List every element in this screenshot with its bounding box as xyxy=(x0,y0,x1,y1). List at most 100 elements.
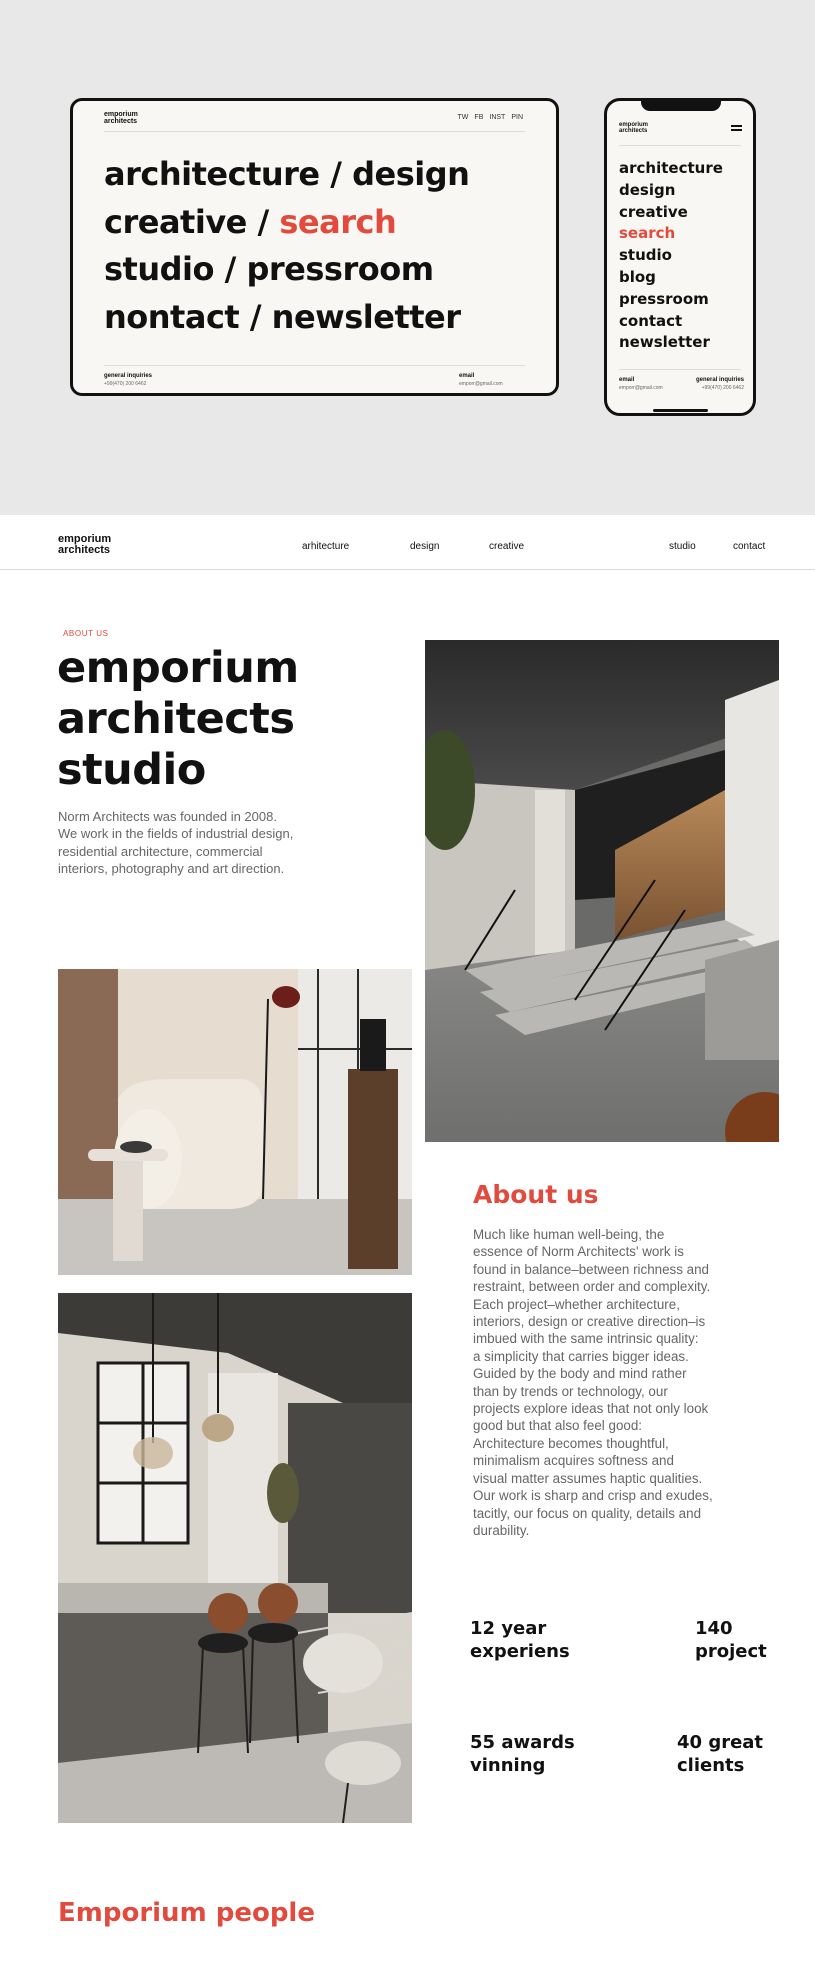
about-heading: About us xyxy=(473,1180,599,1209)
about-line: visual matter assumes haptic qualities. xyxy=(473,1470,703,1486)
nav-link-contact[interactable]: contact xyxy=(733,541,765,552)
tablet-menu-item-search[interactable]: search xyxy=(279,203,396,241)
about-line: Our work is sharp and crisp and exudes, xyxy=(473,1488,713,1504)
tablet-logo-line-1: emporium xyxy=(104,111,138,118)
phone-footer-inquiries: general inquiries +99(470) 200 6462 xyxy=(692,377,744,391)
tablet-logo-line-2: architects xyxy=(104,118,138,125)
stat-years: 12 year experiens xyxy=(470,1617,570,1663)
stat-awards-label: vinning xyxy=(470,1755,546,1776)
tablet-menu-row: creative / search xyxy=(104,199,469,247)
stat-projects-value: 140 xyxy=(695,1618,733,1639)
phone-menu-item-design[interactable]: design xyxy=(619,180,723,202)
about-line: Much like human well-being, the xyxy=(473,1227,665,1242)
phone-menu-item-contact[interactable]: contact xyxy=(619,311,723,333)
about-eyebrow: ABOUT US xyxy=(63,629,109,638)
tablet-menu-item-creative[interactable]: creative / xyxy=(104,203,279,241)
tablet-divider-top xyxy=(104,131,525,132)
site-logo-line-2: architects xyxy=(58,544,110,556)
tablet-footer-inquiries-phone[interactable]: +99(470) 200 6462 xyxy=(104,381,152,388)
stat-clients-value: 40 great xyxy=(677,1732,764,1753)
about-line: essence of Norm Architects' work is xyxy=(473,1244,684,1260)
stairs-interior-photo xyxy=(425,640,779,1142)
phone-footer-inquiries-phone[interactable]: +99(470) 200 6462 xyxy=(692,385,744,392)
tablet-menu-row: nontact / newsletter xyxy=(104,294,469,342)
phone-footer-email-value[interactable]: emporr@gmail.com xyxy=(619,385,663,392)
tablet-menu: architecture / design creative / search … xyxy=(104,151,470,342)
tablet-mockup: emporium architects TW FB INST PIN archi… xyxy=(70,98,559,396)
about-line: Guided by the body and mind rather xyxy=(473,1366,687,1382)
stat-years-label: experiens xyxy=(470,1641,570,1662)
kitchen-interior-photo xyxy=(58,1293,412,1823)
social-link-fb[interactable]: FB xyxy=(474,114,483,121)
social-link-inst[interactable]: INST xyxy=(489,114,505,121)
phone-menu-item-pressroom[interactable]: pressroom xyxy=(619,289,723,311)
people-heading: Emporium people xyxy=(58,1898,315,1928)
stat-years-value: 12 year xyxy=(470,1618,547,1639)
page-title-line-2: architects xyxy=(57,694,295,744)
stat-projects: 140 project xyxy=(695,1617,767,1663)
phone-menu-item-creative[interactable]: creative xyxy=(619,202,723,224)
about-line: restraint, between order and complexity. xyxy=(473,1279,711,1295)
tablet-social-links: TW FB INST PIN xyxy=(458,114,523,121)
phone-menu-item-search[interactable]: search xyxy=(619,223,723,245)
phone-footer-email: email emporr@gmail.com xyxy=(619,377,663,391)
social-link-pin[interactable]: PIN xyxy=(511,114,523,121)
stat-awards: 55 awards vinning xyxy=(470,1731,575,1777)
tablet-menu-row: architecture / design xyxy=(104,151,470,199)
page-title-line-3: studio xyxy=(57,745,206,795)
tablet-menu-item-studio-pressroom[interactable]: studio / pressroom xyxy=(104,250,434,288)
tablet-footer-inquiries-label: general inquiries xyxy=(104,373,153,379)
phone-menu-item-studio[interactable]: studio xyxy=(619,245,723,267)
social-link-tw[interactable]: TW xyxy=(458,114,469,121)
phone-divider-bottom xyxy=(619,369,741,370)
site-header: emporium architects arhitecture design c… xyxy=(0,515,815,570)
about-line: found in balance–between richness and xyxy=(473,1261,709,1277)
phone-footer-inquiries-label: general inquiries xyxy=(695,377,744,383)
tablet-menu-item-architecture-design[interactable]: architecture / design xyxy=(104,155,470,193)
page-title-line-1: emporium xyxy=(57,643,299,693)
nav-link-creative[interactable]: creative xyxy=(489,541,524,552)
about-line: a simplicity that carries bigger ideas. xyxy=(473,1348,689,1364)
stat-projects-label: project xyxy=(695,1641,767,1662)
tablet-logo[interactable]: emporium architects xyxy=(104,111,138,125)
phone-menu-item-blog[interactable]: blog xyxy=(619,267,723,289)
phone-mockup: emporium architects architecture design … xyxy=(604,98,756,416)
tablet-divider-bottom xyxy=(104,365,525,366)
phone-home-indicator xyxy=(653,409,708,412)
about-line: Architecture becomes thoughtful, xyxy=(473,1435,669,1451)
tablet-menu-item-nontact-newsletter[interactable]: nontact / newsletter xyxy=(104,298,461,336)
phone-divider-top xyxy=(619,145,741,146)
phone-menu-item-architecture[interactable]: architecture xyxy=(619,158,723,180)
nav-link-design[interactable]: design xyxy=(410,541,439,552)
site-logo[interactable]: emporium architects xyxy=(58,534,111,556)
intro-paragraph: Norm Architects was founded in 2008. We … xyxy=(58,809,294,877)
nav-link-arhitecture[interactable]: arhitecture xyxy=(302,541,349,552)
phone-menu: architecture design creative search stud… xyxy=(619,158,723,354)
hamburger-menu-icon[interactable] xyxy=(731,125,742,131)
about-line: interiors, design or creative direction–… xyxy=(473,1314,706,1330)
phone-menu-item-newsletter[interactable]: newsletter xyxy=(619,332,723,354)
hero-mockups: emporium architects TW FB INST PIN archi… xyxy=(0,0,815,515)
nav-link-studio[interactable]: studio xyxy=(669,541,696,552)
stat-awards-value: 55 awards xyxy=(470,1732,575,1753)
tablet-footer-email-value[interactable]: emporr@gmail.com xyxy=(459,381,503,388)
about-line: Each project–whether architecture, xyxy=(473,1296,680,1312)
phone-footer-email-label: email xyxy=(619,377,635,383)
phone-logo-line-2: architects xyxy=(619,128,648,134)
page-title: emporium architects studio xyxy=(57,643,299,796)
tablet-footer-email-label: email xyxy=(459,373,475,379)
about-line: imbued with the same intrinsic quality: xyxy=(473,1331,699,1347)
about-line: tacitly, our focus on quality, details a… xyxy=(473,1505,702,1521)
phone-logo[interactable]: emporium architects xyxy=(619,122,648,134)
about-line: durability. xyxy=(473,1522,530,1538)
about-line: projects explore ideas that not only loo… xyxy=(473,1401,709,1417)
about-paragraph: Much like human well-being, the essence … xyxy=(473,1226,789,1539)
about-line: minimalism acquires softness and xyxy=(473,1453,674,1469)
about-line: than by trends or technology, our xyxy=(473,1383,668,1399)
about-line: good but that also feel good: xyxy=(473,1418,643,1434)
phone-notch xyxy=(641,101,721,111)
stat-clients: 40 great clients xyxy=(677,1731,763,1777)
tablet-footer-email: email emporr@gmail.com xyxy=(459,373,503,387)
tablet-footer-inquiries: general inquiries +99(470) 200 6462 xyxy=(104,373,152,387)
stat-clients-label: clients xyxy=(677,1755,745,1776)
